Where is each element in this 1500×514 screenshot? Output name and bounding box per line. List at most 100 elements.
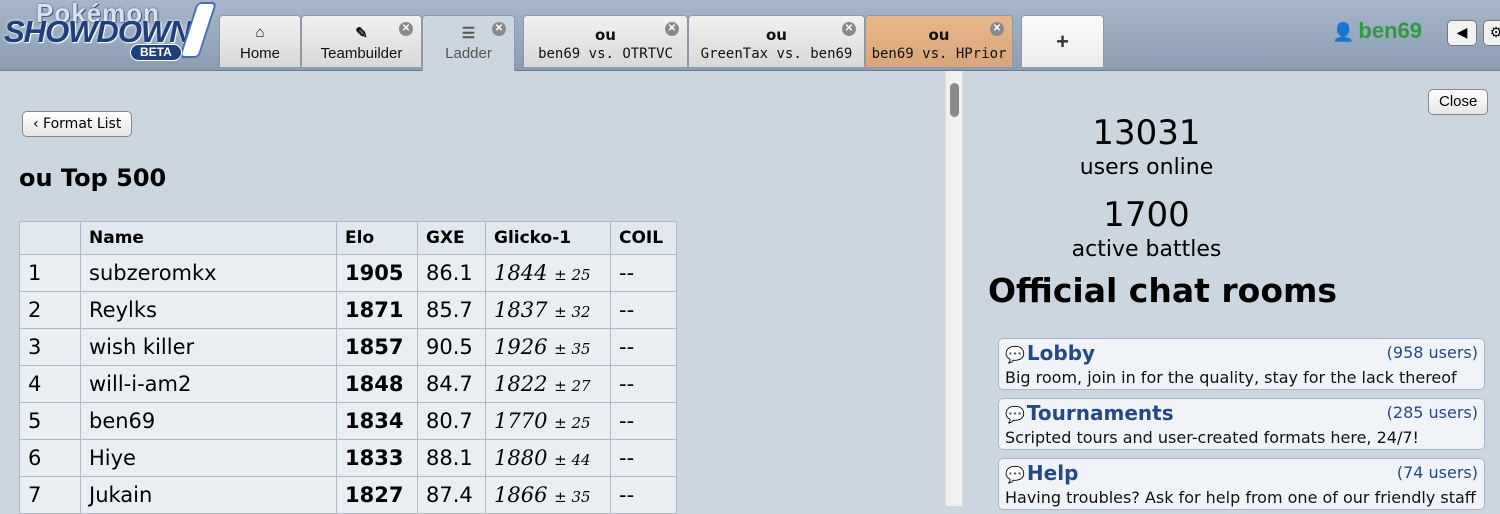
rank-cell: 4	[19, 365, 81, 403]
glicko-deviation: ± 35	[554, 488, 591, 506]
active-battles-label: active battles	[1071, 237, 1222, 262]
player-name-link[interactable]: Reylks	[80, 291, 337, 329]
elo-cell: 1834	[336, 402, 418, 440]
battle-label: ben69 vs. HPrior	[871, 46, 1007, 62]
room-lobby[interactable]: 💬 Lobby (958 users) Big room, join in for…	[998, 338, 1485, 390]
room-name-label: Lobby	[1026, 341, 1096, 365]
player-name-link[interactable]: ben69	[80, 402, 337, 440]
username-label: ben69	[1358, 18, 1423, 43]
ladder-body: 1 subzeromkx 1905 86.1 1844 ± 25 -- 2 Reylks 187…	[19, 254, 677, 514]
close-icon[interactable]: ✕	[990, 22, 1004, 36]
gxe-cell: 87.4	[417, 476, 486, 514]
glicko-deviation: ± 32	[554, 303, 591, 321]
glicko-cell: 1926 ± 35	[485, 328, 611, 366]
close-icon[interactable]: ✕	[665, 22, 679, 36]
room-user-count: (74 users)	[1396, 463, 1478, 482]
col-elo: Elo	[336, 221, 418, 255]
new-tab-button[interactable]: +	[1021, 15, 1104, 67]
gear-icon: ⚙	[1489, 25, 1500, 41]
room-description: Scripted tours and user-created formats …	[1005, 428, 1419, 447]
home-icon: ⌂	[255, 24, 265, 41]
rank-cell: 6	[19, 439, 81, 477]
scrollbar-thumb[interactable]	[950, 83, 959, 117]
gxe-cell: 80.7	[417, 402, 486, 440]
room-name[interactable]: 💬 Help	[1005, 461, 1078, 485]
ladder-pane: ‹ Format List ou Top 500 Name Elo GXE Gl…	[0, 71, 945, 514]
rank-cell: 5	[19, 402, 81, 440]
glicko-rating: 1837	[494, 298, 548, 322]
player-name-link[interactable]: will-i-am2	[80, 365, 337, 403]
speech-bubble-icon: 💬	[1005, 345, 1025, 364]
settings-button[interactable]: ⚙	[1483, 20, 1500, 46]
tab-home-label: Home	[239, 45, 280, 62]
glicko-cell: 1822 ± 27	[485, 365, 611, 403]
glicko-deviation: ± 25	[554, 414, 591, 432]
player-name-link[interactable]: wish killer	[80, 328, 337, 366]
player-name-link[interactable]: Hiye	[80, 439, 337, 477]
users-online-label: users online	[1079, 155, 1214, 180]
table-row: 1 subzeromkx 1905 86.1 1844 ± 25 --	[19, 254, 677, 292]
glicko-rating: 1926	[494, 335, 548, 359]
format-list-button[interactable]: ‹ Format List	[22, 111, 133, 137]
glicko-rating: 1866	[494, 483, 548, 507]
table-row: 6 Hiye 1833 88.1 1880 ± 44 --	[19, 439, 677, 477]
glicko-deviation: ± 35	[554, 340, 591, 358]
glicko-cell: 1844 ± 25	[485, 254, 611, 292]
room-description: Big room, join in for the quality, stay …	[1005, 368, 1457, 387]
coil-cell: --	[610, 365, 677, 403]
room-user-count: (285 users)	[1386, 403, 1478, 422]
close-icon[interactable]: ✕	[842, 22, 856, 36]
room-tournaments[interactable]: 💬 Tournaments (285 users) Scripted tours …	[998, 398, 1485, 450]
glicko-cell: 1880 ± 44	[485, 439, 611, 477]
col-gxe: GXE	[417, 221, 486, 255]
room-name[interactable]: 💬 Tournaments	[1005, 401, 1174, 425]
glicko-deviation: ± 27	[554, 377, 591, 395]
coil-cell: --	[610, 254, 677, 292]
gxe-cell: 90.5	[417, 328, 486, 366]
battle-format: ou	[766, 26, 787, 44]
glicko-cell: 1866 ± 35	[485, 476, 611, 514]
gxe-cell: 88.1	[417, 439, 486, 477]
tab-home[interactable]: ⌂ Home	[219, 15, 301, 67]
tab-battle-2[interactable]: ou GreenTax vs. ben69 ✕	[688, 15, 865, 67]
user-name[interactable]: 👤 ben69	[1332, 18, 1422, 44]
elo-cell: 1857	[336, 328, 418, 366]
user-icon: 👤	[1332, 22, 1355, 42]
glicko-rating: 1770	[494, 409, 548, 433]
scrollbar[interactable]	[945, 71, 963, 506]
plus-icon: +	[1056, 29, 1069, 54]
tab-ladder[interactable]: ☰ Ladder ✕	[422, 15, 515, 71]
col-glicko: Glicko-1	[485, 221, 611, 255]
close-icon[interactable]: ✕	[399, 22, 413, 36]
elo-cell: 1905	[336, 254, 418, 292]
rank-cell: 7	[19, 476, 81, 514]
tab-battle-3[interactable]: ou ben69 vs. HPrior ✕	[865, 15, 1013, 67]
battle-label: GreenTax vs. ben69	[700, 46, 853, 62]
top-header: Pokémon SHOWDOWN BETA ⌂ Home ✎ Teambuild…	[0, 0, 1500, 71]
tab-battle-1[interactable]: ou ben69 vs. OTRTVC ✕	[523, 15, 688, 67]
close-button[interactable]: Close	[1428, 89, 1489, 115]
glicko-cell: 1770 ± 25	[485, 402, 611, 440]
users-online-count: 13031	[1092, 113, 1201, 153]
volume-button[interactable]: ◀	[1447, 20, 1477, 46]
rank-cell: 3	[19, 328, 81, 366]
gxe-cell: 84.7	[417, 365, 486, 403]
tab-teambuilder[interactable]: ✎ Teambuilder ✕	[301, 15, 422, 67]
close-icon[interactable]: ✕	[492, 22, 506, 36]
coil-cell: --	[610, 402, 677, 440]
tab-teambuilder-label: Teambuilder	[320, 45, 403, 62]
active-battles-count: 1700	[1103, 195, 1190, 235]
glicko-deviation: ± 25	[554, 266, 591, 284]
logo-beta-badge: BETA	[130, 44, 182, 61]
player-name-link[interactable]: Jukain	[80, 476, 337, 514]
coil-cell: --	[610, 328, 677, 366]
volume-icon: ◀	[1456, 25, 1468, 41]
room-help[interactable]: 💬 Help (74 users) Having troubles? Ask fo…	[998, 458, 1485, 510]
table-row: 4 will-i-am2 1848 84.7 1822 ± 27 --	[19, 365, 677, 403]
elo-cell: 1848	[336, 365, 418, 403]
battle-format: ou	[595, 26, 616, 44]
pokemon-showdown-logo[interactable]: Pokémon SHOWDOWN BETA	[2, 0, 215, 64]
player-name-link[interactable]: subzeromkx	[80, 254, 337, 292]
ladder-table: Name Elo GXE Glicko-1 COIL 1 subzeromkx 19…	[19, 221, 677, 514]
room-name[interactable]: 💬 Lobby	[1005, 341, 1095, 365]
